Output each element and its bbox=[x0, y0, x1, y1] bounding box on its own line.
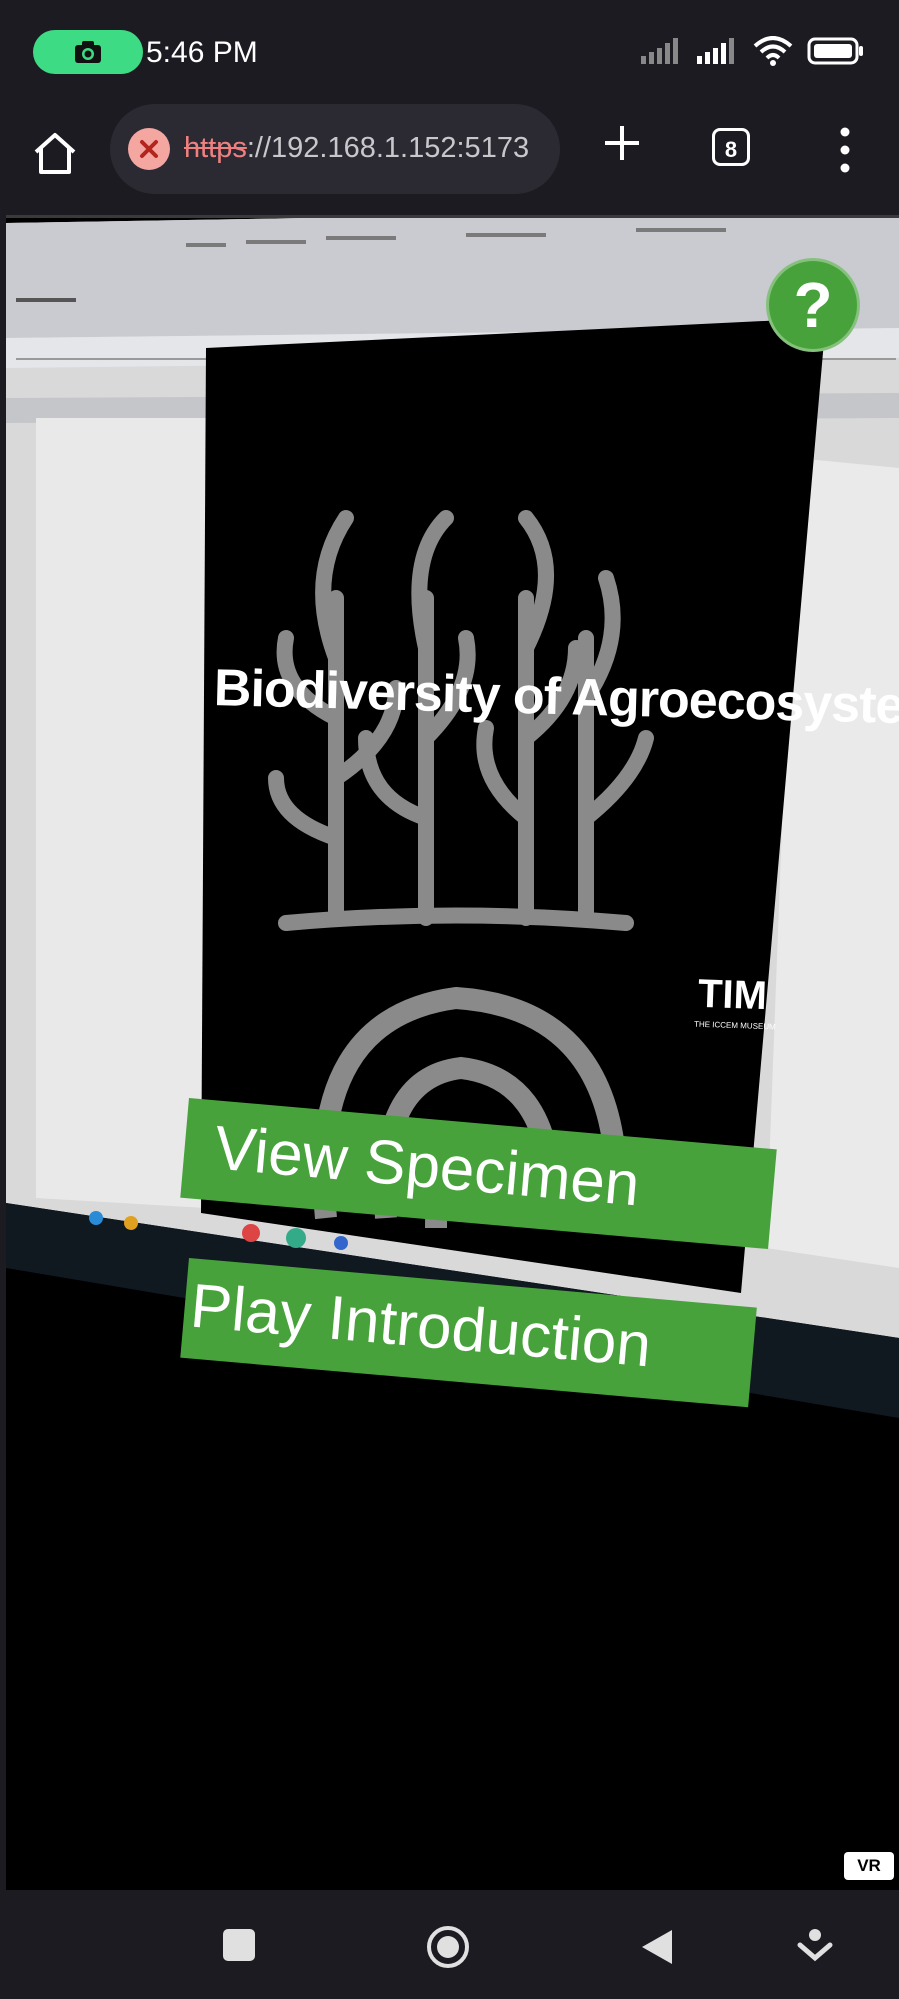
url-text: https://192.168.1.152:5173 bbox=[184, 132, 529, 165]
plus-icon[interactable] bbox=[597, 118, 647, 168]
home-circle-icon[interactable] bbox=[425, 1924, 471, 1970]
signal-icon bbox=[641, 38, 678, 64]
insecure-connection-icon[interactable] bbox=[128, 128, 170, 170]
system-navigation-bar bbox=[0, 1890, 899, 1999]
status-bar: 5:46 PM bbox=[0, 0, 899, 100]
camera-feed-background bbox=[6, 218, 899, 1890]
vr-button[interactable]: VR bbox=[844, 1852, 894, 1880]
wifi-icon bbox=[753, 36, 793, 66]
signal-icon bbox=[697, 38, 734, 64]
status-icons bbox=[641, 36, 865, 66]
back-triangle-icon[interactable] bbox=[640, 1928, 674, 1966]
ar-camera-view[interactable]: ? Biodiversity of Agroecosystem TIM THE … bbox=[6, 215, 899, 1890]
url-host: ://192.168.1.152:5173 bbox=[246, 132, 530, 164]
screen-recording-indicator[interactable] bbox=[33, 30, 143, 74]
url-scheme: https bbox=[184, 132, 247, 164]
clock-time: 5:46 PM bbox=[146, 36, 258, 69]
help-button[interactable]: ? bbox=[766, 258, 860, 352]
recents-square-icon[interactable] bbox=[222, 1928, 256, 1962]
tabs-icon[interactable]: 8 bbox=[712, 128, 750, 166]
camera-icon bbox=[75, 41, 101, 63]
browser-toolbar: https://192.168.1.152:5173 8 bbox=[0, 100, 899, 200]
hide-nav-icon[interactable] bbox=[797, 1928, 833, 1964]
address-bar[interactable]: https://192.168.1.152:5173 bbox=[110, 104, 560, 194]
tim-logo: TIM bbox=[697, 971, 768, 1019]
battery-icon bbox=[807, 37, 863, 65]
home-icon[interactable] bbox=[30, 128, 80, 178]
more-vertical-icon[interactable] bbox=[830, 122, 860, 178]
